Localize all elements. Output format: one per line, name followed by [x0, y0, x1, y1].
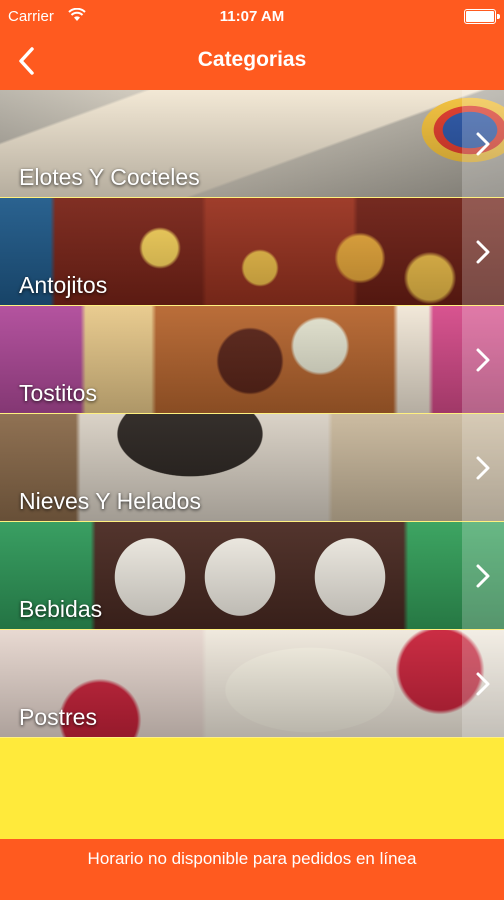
page-title: Categorias [197, 48, 307, 71]
chevron-right-icon [462, 630, 504, 737]
status-time: 11:07 AM [219, 8, 285, 25]
chevron-right-icon [462, 90, 504, 197]
category-item-tostitos[interactable]: Tostitos [0, 306, 504, 414]
category-label: Elotes Y Cocteles [19, 164, 200, 190]
category-label: Postres [19, 704, 97, 730]
chevron-right-icon [462, 306, 504, 413]
category-label: Tostitos [19, 380, 97, 406]
unavailable-message: Horario no disponible para pedidos en lí… [87, 849, 417, 868]
category-item-nieves-y-helados[interactable]: Nieves Y Helados [0, 414, 504, 522]
status-bar: Carrier 11:07 AM [0, 0, 504, 32]
chevron-right-icon [462, 414, 504, 521]
category-label: Antojitos [19, 272, 108, 298]
battery-icon [464, 9, 500, 24]
unavailable-banner: Horario no disponible para pedidos en lí… [0, 839, 504, 900]
chevron-right-icon [462, 198, 504, 305]
chevron-left-icon [19, 47, 34, 75]
category-label: Bebidas [19, 596, 103, 622]
category-list: Elotes Y Cocteles Antojitos Tostitos Nie… [0, 90, 504, 738]
category-item-antojitos[interactable]: Antojitos [0, 198, 504, 306]
category-label: Nieves Y Helados [19, 488, 201, 514]
category-item-postres[interactable]: Postres [0, 630, 504, 738]
chevron-right-icon [462, 522, 504, 629]
category-item-elotes-y-cocteles[interactable]: Elotes Y Cocteles [0, 90, 504, 198]
back-button[interactable] [6, 40, 46, 82]
navigation-bar: Categorias [0, 32, 504, 90]
category-item-bebidas[interactable]: Bebidas [0, 522, 504, 630]
